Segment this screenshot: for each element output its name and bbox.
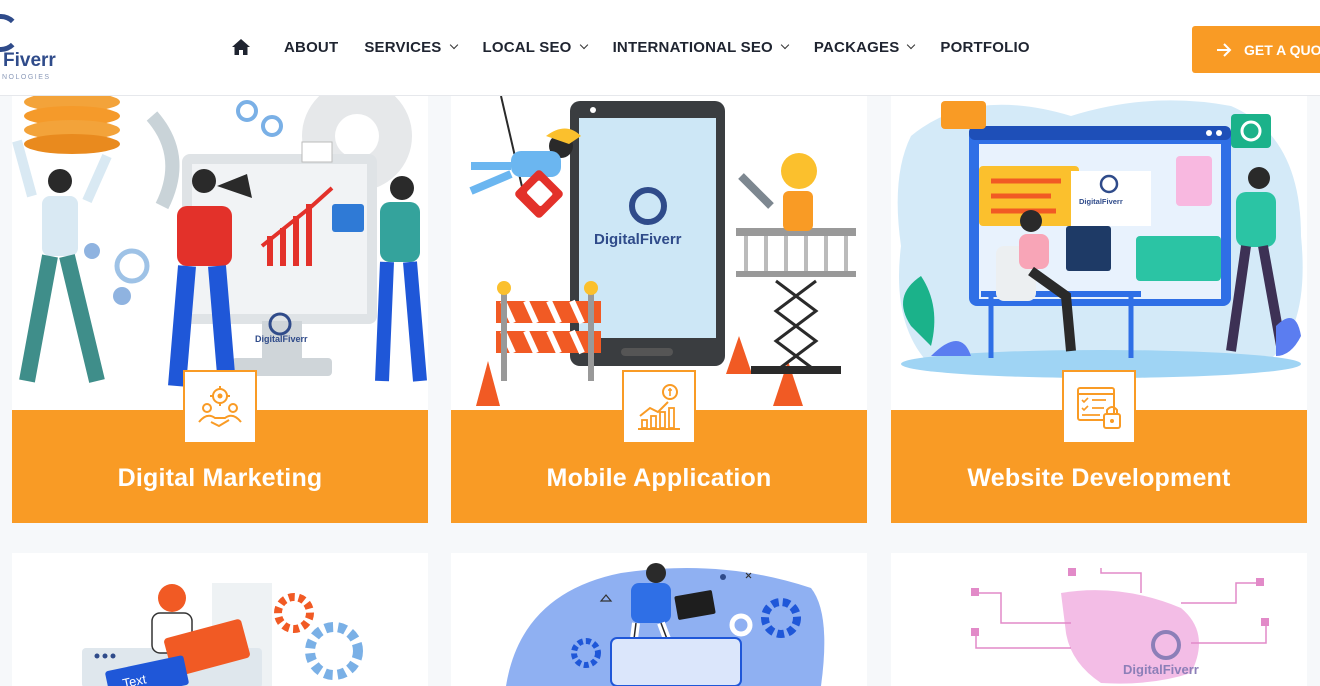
logo-brand-text: Fiverr [3, 50, 56, 71]
service-card-content-writing[interactable]: Text [12, 553, 428, 686]
service-card-mobile-application[interactable]: DigitalFiverr Mobile Application [451, 96, 867, 523]
nav-services-label: SERVICES [364, 38, 442, 56]
main-nav: ABOUT SERVICES LOCAL SEO INTERNATIONAL S… [232, 0, 1056, 94]
cta-label: GET A QUO [1244, 41, 1320, 58]
service-card-digital-marketing[interactable]: DigitalFiverr Digital Marketing [12, 96, 428, 523]
nav-services[interactable]: SERVICES [364, 38, 458, 56]
logo-tagline: NOLOGIES [2, 74, 51, 81]
nav-local-seo[interactable]: LOCAL SEO [482, 38, 588, 56]
service-card-website-development[interactable]: DigitalFiverr Website Development [891, 96, 1307, 523]
service-title[interactable]: Digital Marketing [118, 464, 323, 493]
illustration-logo-text: DigitalFiverr [255, 334, 308, 344]
chevron-down-icon [780, 40, 790, 50]
arrow-right-icon [1216, 42, 1232, 57]
nav-about[interactable]: ABOUT [284, 39, 338, 56]
home-icon[interactable] [232, 36, 254, 58]
service-card-software-development[interactable] [451, 553, 867, 686]
nav-portfolio-label: PORTFOLIO [940, 38, 1030, 56]
website-development-illustration: DigitalFiverr [891, 96, 1307, 410]
service-title[interactable]: Mobile Application [547, 464, 772, 493]
secure-document-icon [1062, 370, 1136, 444]
nav-packages[interactable]: PACKAGES [813, 38, 916, 56]
logo-ring-icon [0, 14, 20, 52]
growth-chart-icon [622, 370, 696, 444]
service-card-international-seo[interactable]: DigitalFiverr [891, 553, 1307, 686]
site-header: Fiverr NOLOGIES ABOUT SERVICES LOCAL SEO… [0, 0, 1320, 96]
software-development-illustration [451, 553, 867, 686]
mobile-application-illustration: DigitalFiverr [451, 96, 867, 410]
illustration-logo-text: DigitalFiverr [594, 231, 682, 248]
nav-portfolio[interactable]: PORTFOLIO [940, 39, 1029, 56]
nav-international-seo-label: INTERNATIONAL SEO [612, 38, 773, 56]
chevron-down-icon [907, 40, 916, 50]
nav-packages-label: PACKAGES [813, 38, 900, 56]
team-gear-icon [183, 370, 257, 444]
service-title[interactable]: Website Development [967, 464, 1230, 493]
get-a-quote-button[interactable]: GET A QUO [1192, 26, 1320, 73]
chevron-down-icon [579, 40, 588, 50]
chevron-down-icon [449, 40, 458, 50]
nav-local-seo-label: LOCAL SEO [482, 38, 572, 56]
content-writing-illustration: Text [12, 553, 428, 686]
illustration-logo-text: DigitalFiverr [1123, 662, 1199, 677]
illustration-logo-text: DigitalFiverr [1079, 197, 1123, 206]
digital-marketing-illustration: DigitalFiverr [12, 96, 428, 410]
site-logo[interactable]: Fiverr NOLOGIES [0, 12, 70, 82]
nav-international-seo[interactable]: INTERNATIONAL SEO [612, 38, 790, 56]
world-map-illustration: DigitalFiverr [891, 553, 1307, 686]
nav-about-label: ABOUT [284, 38, 339, 56]
